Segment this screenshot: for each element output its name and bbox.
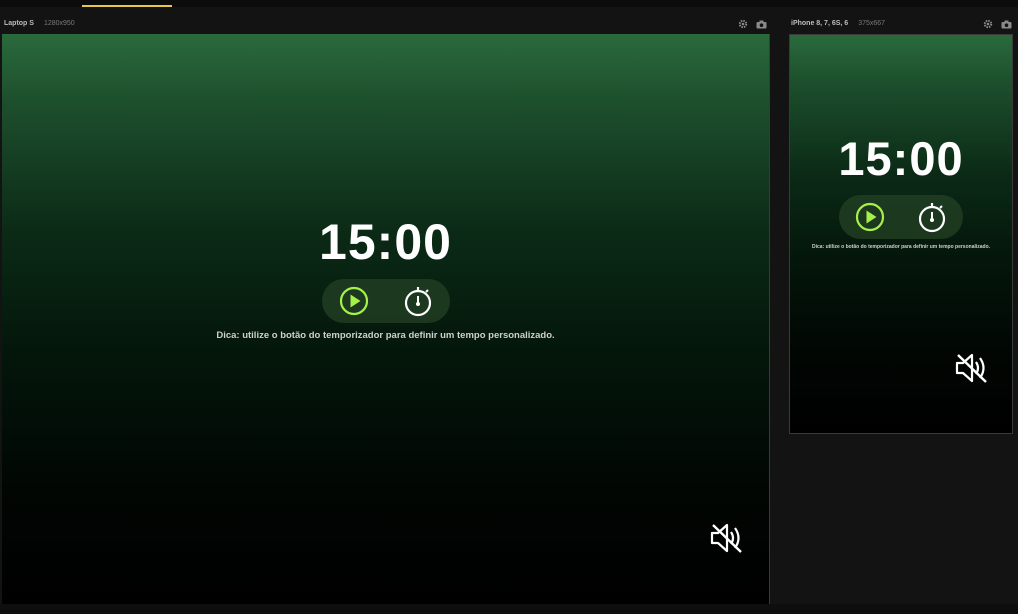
camera-icon[interactable]: [1001, 20, 1012, 29]
timer-panel: 15:00 Dica: utilize o botão do temporiza…: [2, 214, 769, 341]
play-button[interactable]: [339, 286, 369, 316]
phone-device-name: iPhone 8, 7, 6S, 6: [791, 19, 849, 27]
laptop-device-header: Laptop S 1280x950: [4, 17, 75, 29]
laptop-preview-frame: 15:00 Dica: utilize o botão do temporiza…: [2, 34, 770, 604]
speaker-muted-icon: [710, 523, 742, 553]
laptop-device-tools: [738, 18, 767, 30]
tip-text: Dica: utilize o botão do temporizador pa…: [811, 244, 991, 250]
mute-button[interactable]: [954, 351, 990, 390]
gear-icon[interactable]: [983, 19, 993, 29]
play-icon: [339, 286, 368, 316]
bottom-bar: [0, 604, 1018, 614]
timer-panel: 15:00 Dica: utilize o botão do temporiza…: [790, 132, 1012, 251]
play-button[interactable]: [855, 202, 885, 232]
phone-device-header: iPhone 8, 7, 6S, 6 375x667: [791, 17, 885, 29]
mute-button[interactable]: [709, 521, 745, 560]
play-icon: [855, 202, 885, 232]
laptop-device-size: 1280x950: [43, 19, 75, 27]
phone-device-size: 375x667: [858, 19, 886, 27]
timer-controls: [839, 195, 963, 239]
phone-preview-frame: 15:00 Dica: utilize o botão do temporiza…: [789, 34, 1013, 434]
timer-controls: [321, 279, 450, 323]
timer-display: 15:00: [319, 214, 452, 270]
active-tab-indicator: [82, 5, 172, 7]
gear-icon[interactable]: [738, 19, 748, 29]
camera-icon[interactable]: [756, 20, 767, 29]
timer-display: 15:00: [838, 132, 964, 185]
timer-button[interactable]: [917, 201, 947, 233]
tip-text: Dica: utilize o botão do temporizador pa…: [216, 330, 555, 341]
stopwatch-icon: [918, 203, 946, 233]
timer-button[interactable]: [403, 285, 433, 317]
speaker-muted-icon: [955, 353, 987, 383]
laptop-device-name: Laptop S: [4, 19, 34, 27]
stopwatch-icon: [404, 287, 431, 317]
phone-device-tools: [983, 18, 1012, 30]
